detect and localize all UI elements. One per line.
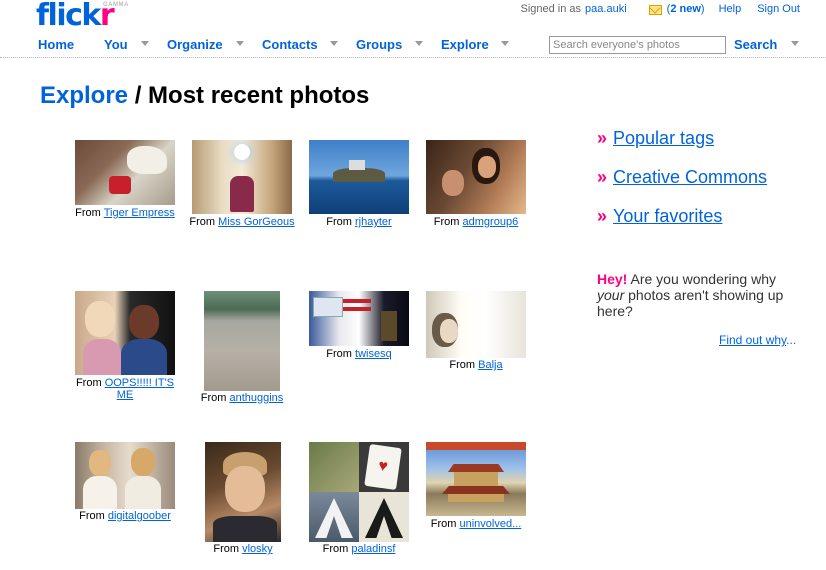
account-bar: Signed in as paa.auki (2 new) Help Sign … [520, 3, 800, 15]
sign-out-link[interactable]: Sign Out [757, 3, 800, 15]
photo-user-link-8[interactable]: Balja [478, 359, 502, 371]
from-label: From [75, 207, 101, 219]
you-chevron-down-icon[interactable] [141, 41, 149, 46]
explore-breadcrumb-link[interactable]: Explore [40, 82, 128, 109]
from-label: From [326, 348, 352, 360]
breadcrumb-separator: / [128, 82, 149, 109]
raquo-icon: » [597, 206, 608, 226]
gamma-badge: GAMMA [103, 2, 129, 8]
creative-commons-link[interactable]: Creative Commons [613, 167, 767, 187]
photo-user-link-5[interactable]: OOPS!!!!! IT'S ME [105, 377, 174, 401]
from-label: From [75, 377, 102, 389]
photo-user-link-10[interactable]: vlosky [242, 543, 273, 555]
help-notice: Hey! Are you wondering why your photos a… [597, 271, 797, 319]
letters-photo[interactable]: ♥ [309, 442, 409, 542]
photo-user-link-4[interactable]: admgroup6 [463, 216, 519, 228]
from-label: From [213, 543, 240, 555]
notice-emphasis: your [597, 287, 625, 303]
mail-icon[interactable] [648, 5, 662, 15]
photo-user-link-11[interactable]: paladinsf [351, 543, 395, 555]
photo-user-link-12[interactable]: uninvolved... [459, 518, 521, 530]
photo-caption-9: From digitalgoober [55, 510, 195, 522]
bright-portrait-photo[interactable] [426, 291, 526, 358]
hey-label: Hey! [597, 271, 628, 287]
search-input[interactable]: Search everyone's photos [549, 36, 726, 54]
popular-tags-link[interactable]: Popular tags [613, 128, 714, 148]
polar-bear-photo[interactable] [75, 140, 175, 205]
photo-caption-11: From paladinsf [289, 543, 429, 555]
page-title-text: Most recent photos [148, 82, 370, 109]
your-favorites-link[interactable]: Your favorites [613, 206, 722, 226]
raquo-icon: » [597, 167, 608, 187]
mail-count[interactable]: (2 new) [667, 3, 705, 15]
pagoda-photo[interactable] [426, 442, 526, 516]
card-glyph: ♥ [364, 443, 402, 491]
notice-text-1: Are you wondering why [627, 271, 776, 287]
from-label: From [79, 510, 105, 522]
organize-chevron-down-icon[interactable] [236, 41, 244, 46]
photo-user-link-9[interactable]: digitalgoober [108, 510, 171, 522]
photo-user-link-7[interactable]: twisesq [355, 348, 392, 360]
find-out-item: Find out why... [719, 333, 796, 347]
from-label: From [189, 216, 216, 228]
search-chevron-down-icon[interactable] [791, 41, 799, 46]
nav-home[interactable]: Home [38, 37, 74, 52]
portrait-photo[interactable] [426, 140, 526, 214]
photo-user-link-1[interactable]: Tiger Empress [104, 207, 175, 219]
young-man-photo[interactable] [205, 442, 281, 542]
bride-photo[interactable] [75, 442, 175, 509]
nav-you[interactable]: You [104, 37, 128, 52]
island-sea-photo[interactable] [309, 140, 409, 214]
photo-user-link-6[interactable]: anthuggins [229, 392, 283, 404]
contacts-chevron-down-icon[interactable] [330, 41, 338, 46]
search-button[interactable]: Search [734, 37, 777, 52]
explore-chevron-down-icon[interactable] [501, 41, 509, 46]
flickr-logo[interactable]: flickr [36, 0, 115, 32]
page-title: Explore / Most recent photos [40, 82, 369, 110]
from-label: From [433, 216, 460, 228]
women-photo[interactable] [75, 291, 175, 375]
notice-text-2: photos aren't showing up here? [597, 287, 784, 319]
nav-groups[interactable]: Groups [356, 37, 402, 52]
podium-photo[interactable] [309, 291, 409, 346]
beach-photo[interactable] [204, 291, 280, 391]
from-label: From [430, 518, 457, 530]
photo-caption-12: From uninvolved... [406, 518, 546, 530]
photo-caption-6: From anthuggins [172, 392, 312, 404]
photo-caption-4: From admgroup6 [406, 216, 546, 228]
raquo-icon: » [597, 128, 608, 148]
from-label: From [449, 359, 476, 371]
mail-count-text[interactable]: 2 new [670, 3, 701, 15]
signed-in-label: Signed in as [520, 3, 582, 15]
username-link[interactable]: paa.auki [585, 3, 627, 15]
find-out-why-link[interactable]: Find out why [719, 333, 786, 347]
photo-caption-8: From Balja [406, 359, 546, 371]
mirror-selfie-photo[interactable] [192, 140, 292, 214]
nav-contacts[interactable]: Contacts [262, 37, 318, 52]
from-label: From [322, 543, 349, 555]
photo-user-link-2[interactable]: Miss GorGeous [218, 216, 294, 228]
groups-chevron-down-icon[interactable] [415, 41, 423, 46]
find-out-ellipsis: ... [786, 333, 797, 347]
help-link[interactable]: Help [719, 3, 742, 15]
from-label: From [326, 216, 352, 228]
your-favorites-item: » Your favorites [597, 206, 722, 227]
photo-user-link-3[interactable]: rjhayter [355, 216, 392, 228]
popular-tags-item: » Popular tags [597, 128, 714, 149]
creative-commons-item: » Creative Commons [597, 167, 767, 188]
nav-explore[interactable]: Explore [441, 37, 489, 52]
photo-caption-5: From OOPS!!!!! IT'S ME [70, 377, 180, 401]
from-label: From [200, 392, 227, 404]
nav-organize[interactable]: Organize [167, 37, 223, 52]
